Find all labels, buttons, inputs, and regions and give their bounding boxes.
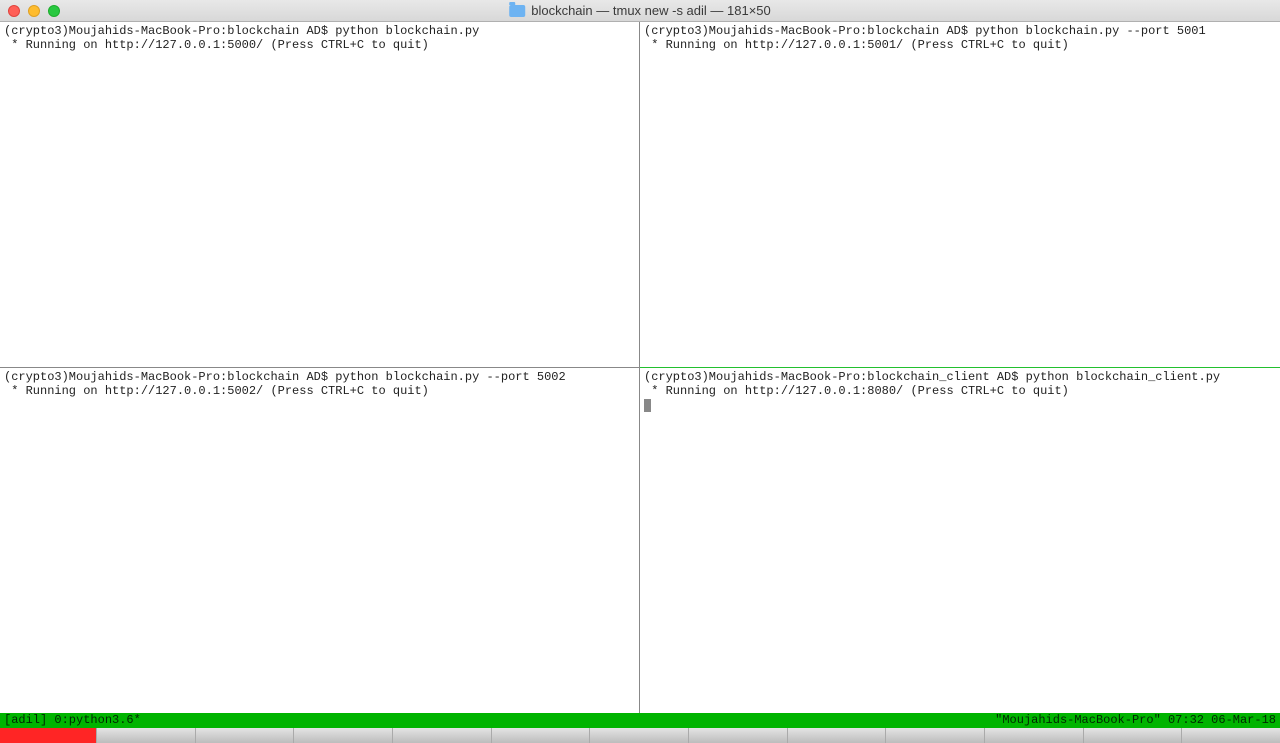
dock-segment [984,728,1083,743]
pane-top-left[interactable]: (crypto3)Moujahids-MacBook-Pro:blockchai… [0,22,640,368]
status-left: [adil] 0:python3.6* [4,713,141,728]
dock-segment [688,728,787,743]
dock-segment [96,728,195,743]
tmux-statusbar: [adil] 0:python3.6* "Moujahids-MacBook-P… [0,713,1280,728]
dock-segment [195,728,294,743]
terminal-line: (crypto3)Moujahids-MacBook-Pro:blockchai… [4,24,479,38]
dock-segment [293,728,392,743]
pane-bottom-right[interactable]: (crypto3)Moujahids-MacBook-Pro:blockchai… [640,367,1280,714]
terminal-line: * Running on http://127.0.0.1:5001/ (Pre… [644,38,1069,52]
folder-icon [509,5,525,17]
terminal-line: (crypto3)Moujahids-MacBook-Pro:blockchai… [644,24,1206,38]
dock-segment [1083,728,1182,743]
dock-segment [885,728,984,743]
cursor-icon [644,399,651,412]
pane-bottom-left[interactable]: (crypto3)Moujahids-MacBook-Pro:blockchai… [0,368,640,714]
dock-segment [392,728,491,743]
dock-segment [491,728,590,743]
window-titlebar: blockchain — tmux new -s adil — 181×50 [0,0,1280,22]
dock-segment [589,728,688,743]
window-title: blockchain — tmux new -s adil — 181×50 [509,3,771,18]
dock-segment [1181,728,1280,743]
close-icon[interactable] [8,5,20,17]
dock-running-indicator [0,728,96,743]
pane-top-right[interactable]: (crypto3)Moujahids-MacBook-Pro:blockchai… [640,22,1280,368]
terminal-line: * Running on http://127.0.0.1:5002/ (Pre… [4,384,429,398]
traffic-lights [8,5,60,17]
dock-segment [787,728,886,743]
minimize-icon[interactable] [28,5,40,17]
terminal-line: * Running on http://127.0.0.1:5000/ (Pre… [4,38,429,52]
terminal-line: (crypto3)Moujahids-MacBook-Pro:blockchai… [4,370,566,384]
tmux-grid: (crypto3)Moujahids-MacBook-Pro:blockchai… [0,22,1280,713]
zoom-icon[interactable] [48,5,60,17]
status-right: "Moujahids-MacBook-Pro" 07:32 06-Mar-18 [995,713,1276,728]
terminal-line: * Running on http://127.0.0.1:8080/ (Pre… [644,384,1069,398]
window-title-text: blockchain — tmux new -s adil — 181×50 [531,3,771,18]
terminal-line: (crypto3)Moujahids-MacBook-Pro:blockchai… [644,370,1220,384]
dock-strip [0,728,1280,743]
